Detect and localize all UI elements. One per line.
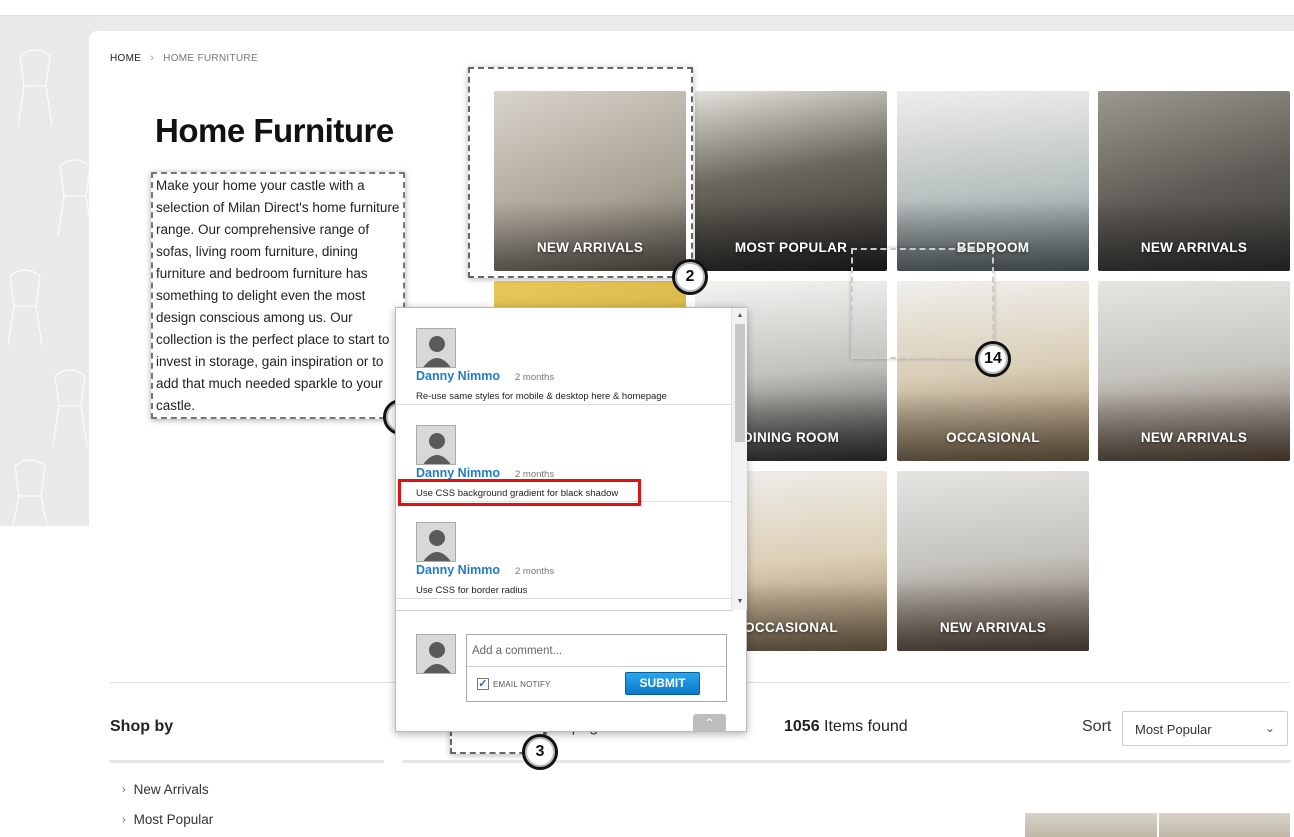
user-silhouette-icon (423, 433, 451, 464)
shop-by-rule (110, 760, 384, 763)
avatar (416, 425, 456, 465)
email-notify-toggle[interactable]: ✓ EMAIL NOTIFY (477, 678, 551, 690)
avatar (416, 522, 456, 562)
breadcrumb-current: HOME FURNITURE (163, 52, 258, 64)
sort-label: Sort (1082, 718, 1112, 735)
annotation-box-14 (851, 248, 994, 359)
user-silhouette-icon (423, 530, 451, 561)
tile-label: OCCASIONAL (946, 430, 1040, 445)
tile-label: NEW ARRIVALS (1140, 240, 1248, 255)
comment-compose: ✓ EMAIL NOTIFY SUBMIT (466, 634, 727, 702)
shop-by-item-label: New Arrivals (133, 782, 209, 797)
comment-time: 2 months (515, 372, 555, 383)
comment-time: 2 months (515, 566, 555, 577)
email-notify-label: EMAIL NOTIFY (493, 679, 551, 689)
shop-by-title: Shop by (110, 718, 174, 735)
comment-text: Use CSS for border radius (416, 585, 528, 596)
avatar (416, 634, 456, 674)
annotation-marker-2[interactable]: 2 (672, 259, 708, 295)
scroll-down-icon[interactable]: ▼ (732, 595, 748, 609)
comment-input[interactable] (467, 635, 726, 667)
items-found: 1056 Items found (784, 718, 908, 736)
comment-item: Danny Nimmo 2 months Use CSS for border … (396, 502, 732, 599)
breadcrumb: HOME › HOME FURNITURE (110, 52, 258, 64)
category-tile-bedroom[interactable]: BEDROOM (897, 91, 1089, 271)
page-description: Make your home your castle with a select… (156, 178, 400, 413)
product-thumbnails (1025, 813, 1290, 837)
product-thumbnail[interactable] (1025, 813, 1157, 837)
collapse-chevron-up-icon[interactable]: ⌃ (693, 714, 726, 732)
shop-by-item-most-popular[interactable]: › Most Popular (122, 812, 213, 827)
comment-list: Danny Nimmo 2 months Re-use same styles … (396, 308, 732, 610)
sort-select[interactable]: Most Popular ⌄ (1122, 711, 1288, 746)
background-pattern (0, 16, 100, 526)
shop-by-item-label: Most Popular (133, 812, 214, 827)
comment-author[interactable]: Danny Nimmo (416, 369, 500, 383)
chevron-right-icon: › (122, 783, 126, 796)
comment-popup: Danny Nimmo 2 months Re-use same styles … (395, 307, 747, 732)
comment-text: Re-use same styles for mobile & desktop … (416, 391, 667, 402)
comment-author[interactable]: Danny Nimmo (416, 563, 500, 577)
page-title: Home Furniture (155, 112, 394, 149)
user-silhouette-icon (423, 336, 451, 367)
annotation-marker-3[interactable]: 3 (522, 734, 558, 770)
category-tile-most-popular[interactable]: MOST POPULAR (695, 91, 887, 271)
avatar (416, 328, 456, 368)
comment-author[interactable]: Danny Nimmo (416, 466, 500, 480)
chevron-right-icon: › (122, 813, 126, 826)
category-tile-new-arrivals[interactable]: NEW ARRIVALS (1098, 91, 1290, 271)
comment-item: Danny Nimmo 2 months Re-use same styles … (396, 308, 732, 405)
annotation-marker-14[interactable]: 14 (975, 341, 1011, 377)
chevron-down-icon: ⌄ (1264, 721, 1275, 735)
submit-button[interactable]: SUBMIT (625, 672, 700, 695)
annotation-box-2 (468, 67, 693, 278)
items-found-label: Items found (819, 718, 908, 735)
description-annotation: Make your home your castle with a select… (151, 172, 405, 419)
comment-scrollbar[interactable]: ▲ ▼ (731, 308, 747, 610)
chair-pattern-icon (7, 49, 93, 526)
items-count: 1056 (784, 718, 820, 735)
top-bar (0, 0, 1294, 16)
category-tile-new-arrivals[interactable]: NEW ARRIVALS (1098, 281, 1290, 461)
sort-select-value: Most Popular (1135, 722, 1212, 737)
tile-label: NEW ARRIVALS (1140, 430, 1248, 445)
highlight-box (398, 479, 641, 506)
tile-label: NEW ARRIVALS (939, 620, 1047, 635)
email-notify-checkbox[interactable]: ✓ (477, 678, 489, 690)
scroll-up-icon[interactable]: ▲ (732, 309, 748, 323)
shop-by-item-new-arrivals[interactable]: › New Arrivals (122, 782, 209, 797)
breadcrumb-home-link[interactable]: HOME (110, 53, 141, 64)
product-thumbnail[interactable] (1158, 813, 1290, 837)
user-silhouette-icon (423, 642, 451, 673)
breadcrumb-separator-icon: › (150, 52, 155, 64)
scroll-thumb[interactable] (735, 324, 745, 442)
category-tile-new-arrivals[interactable]: NEW ARRIVALS (897, 471, 1089, 651)
